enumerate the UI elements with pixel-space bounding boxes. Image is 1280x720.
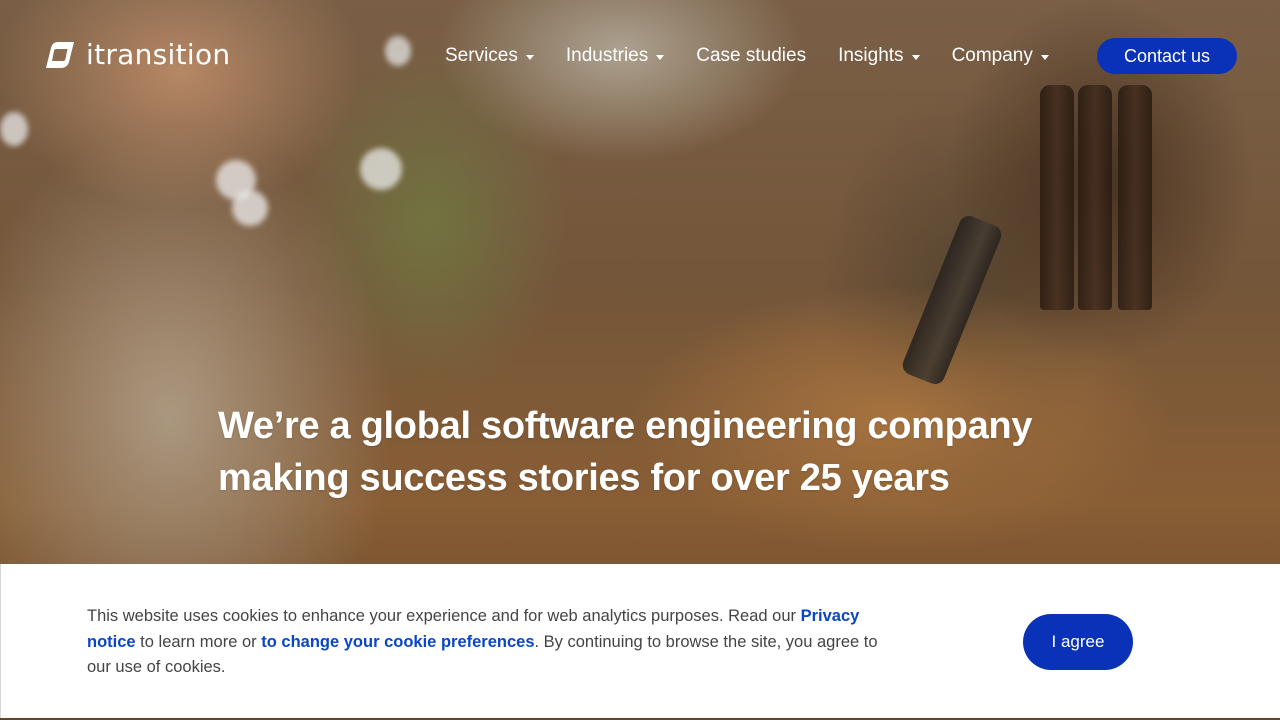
nav-item-company[interactable]: Company [952,45,1049,67]
logo-text: itransition [86,38,231,71]
hero-title-line-2: making success stories for over 25 years [218,457,950,499]
nav-item-label: Case studies [696,45,807,66]
nav-item-label: Insights [838,45,904,66]
caret-down-icon [656,54,665,60]
caret-down-icon [1040,54,1049,60]
logo-link[interactable]: itransition [44,38,230,72]
hero-title: We’re a global software engineering comp… [218,400,1118,504]
cookie-preferences-link[interactable]: to change your cookie preferences [261,633,534,651]
itransition-leaf-logo-icon [46,42,74,68]
main-nav: Services Industries Case studies Insight… [445,38,1081,74]
i-agree-button[interactable]: I agree [1023,614,1133,670]
cookie-message: This website uses cookies to enhance you… [87,604,887,681]
nav-item-label: Services [445,45,518,66]
nav-item-services[interactable]: Services [445,45,534,67]
nav-item-industries[interactable]: Industries [565,45,665,67]
nav-item-label: Industries [565,45,649,66]
caret-down-icon [525,54,534,60]
nav-item-label: Company [951,45,1033,66]
nav-item-insights[interactable]: Insights [838,45,920,67]
caret-down-icon [911,54,920,60]
cookie-text-part: to learn more or [135,632,262,651]
hero-title-line-1: We’re a global software engineering comp… [218,405,1033,447]
site-header: itransition Services Industries Case stu… [0,0,1280,110]
contact-us-button[interactable]: Contact us [1097,38,1237,74]
nav-item-case-studies[interactable]: Case studies [696,45,806,67]
cookie-banner: This website uses cookies to enhance you… [0,564,1280,718]
cookie-text-part: This website uses cookies to enhance you… [87,607,801,625]
